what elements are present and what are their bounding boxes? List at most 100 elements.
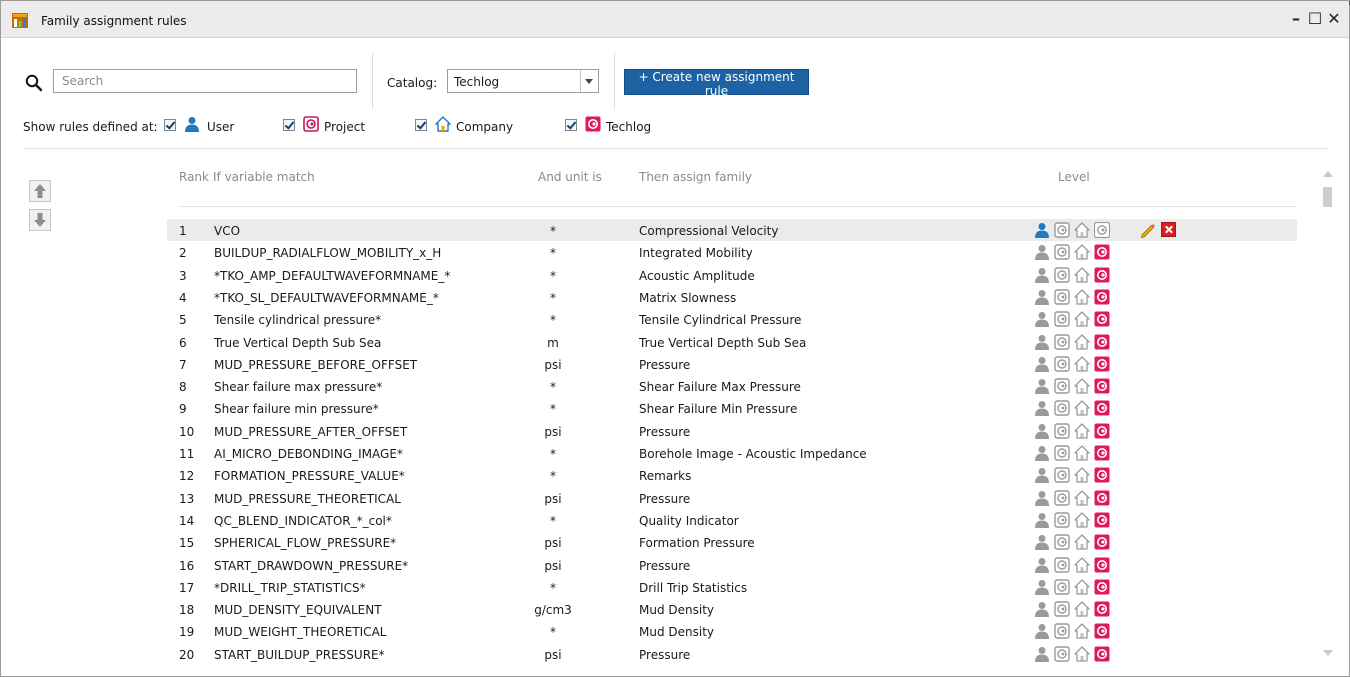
move-down-button[interactable] [29, 209, 51, 231]
user-level-icon [1034, 378, 1050, 395]
rule-row[interactable]: 2 BUILDUP_RADIALFLOW_MOBILITY_x_H * Integra… [167, 241, 1297, 263]
delete-rule-icon[interactable] [1161, 222, 1176, 237]
rule-family: Mud Density [639, 603, 715, 618]
company-checkbox[interactable] [415, 119, 427, 131]
rank-header: Rank [179, 170, 209, 184]
user-level-icon [1034, 423, 1050, 439]
rule-rank: 12 [179, 469, 195, 484]
rule-variable: MUD_WEIGHT_THEORETICAL [214, 625, 387, 640]
company-level-icon [1074, 579, 1090, 595]
scroll-up-icon[interactable] [1323, 171, 1333, 177]
rule-row[interactable]: 14 QC_BLEND_INDICATOR_*_col* * Quality Indi… [167, 509, 1297, 531]
user-level-icon [1034, 311, 1050, 328]
toolbar-divider [372, 53, 373, 109]
rule-row[interactable]: 6 True Vertical Depth Sub Sea m True Vertic… [167, 331, 1297, 353]
rule-row[interactable]: 18 MUD_DENSITY_EQUIVALENT g/cm3 Mud Density [167, 598, 1297, 620]
rule-variable: Shear failure max pressure* [214, 380, 383, 395]
rule-variable: QC_BLEND_INDICATOR_*_col* [214, 513, 392, 528]
dropdown-arrow-icon[interactable] [580, 70, 598, 92]
user-legend-label: User [207, 120, 235, 134]
rule-row[interactable]: 13 MUD_PRESSURE_THEORETICAL psi Pressure [167, 487, 1297, 509]
user-level-icon [1034, 490, 1050, 506]
company-level-icon [1074, 311, 1090, 327]
rule-row[interactable]: 12 FORMATION_PRESSURE_VALUE* * Remarks [167, 464, 1297, 486]
company-level-icon [1074, 289, 1090, 305]
rule-family: Integrated Mobility [639, 246, 753, 261]
company-level-icon [1074, 244, 1090, 260]
user-icon [185, 117, 199, 132]
techlog-level-icon [1094, 445, 1110, 461]
minimize-button[interactable]: – [1287, 9, 1305, 28]
rule-unit: psi [544, 647, 562, 662]
rule-rank: 17 [179, 580, 195, 595]
company-level-icon [1074, 601, 1090, 617]
rule-row[interactable]: 19 MUD_WEIGHT_THEORETICAL * Mud Density [167, 620, 1297, 642]
move-up-button[interactable] [29, 180, 51, 202]
rule-unit: * [550, 402, 556, 417]
rule-family: True Vertical Depth Sub Sea [639, 335, 807, 350]
rule-row[interactable]: 1 VCO * Compressional Velocity [167, 219, 1297, 241]
rule-rank: 5 [179, 313, 187, 328]
rule-family: Compressional Velocity [639, 224, 779, 238]
scroll-down-icon[interactable] [1323, 650, 1333, 656]
rule-rank: 16 [179, 558, 195, 573]
project-level-icon [1054, 579, 1070, 595]
company-legend-label: Company [456, 120, 514, 134]
rule-unit: * [550, 513, 556, 528]
company-level-icon [1074, 222, 1090, 238]
user-checkbox[interactable] [164, 119, 176, 131]
rule-row[interactable]: 7 MUD_PRESSURE_BEFORE_OFFSET psi Pressure [167, 353, 1297, 375]
create-rule-button[interactable]: + Create new assignment rule [624, 69, 809, 98]
rule-row[interactable]: 5 Tensile cylindrical pressure* * Tensile C… [167, 308, 1297, 330]
rule-family: Pressure [639, 491, 691, 506]
rule-family: Acoustic Amplitude [639, 268, 755, 283]
techlog-checkbox[interactable] [565, 119, 577, 131]
company-level-icon [1074, 356, 1090, 372]
techlog-level-icon [1094, 244, 1110, 260]
search-input[interactable] [53, 69, 357, 93]
rule-family: Borehole Image - Acoustic Impedance [639, 447, 867, 461]
project-level-icon [1054, 534, 1070, 550]
rule-rank: 13 [179, 491, 195, 506]
rule-row[interactable]: 20 START_BUILDUP_PRESSURE* psi Pressure [167, 643, 1297, 665]
maximize-button[interactable]: ☐ [1306, 9, 1324, 28]
rule-unit: * [550, 224, 556, 238]
scroll-thumb[interactable] [1323, 187, 1332, 207]
project-level-icon [1054, 512, 1070, 528]
toolbar-divider [614, 53, 615, 109]
rule-row[interactable]: 16 START_DRAWDOWN_PRESSURE* psi Pressure [167, 554, 1297, 576]
user-level-icon [1034, 646, 1050, 662]
vertical-scrollbar[interactable] [1319, 163, 1336, 668]
techlog-level-icon [1094, 334, 1110, 350]
rule-unit: * [550, 469, 556, 484]
rule-rank: 1 [179, 224, 187, 238]
rule-family: Formation Pressure [639, 536, 755, 551]
rule-row[interactable]: 15 SPHERICAL_FLOW_PRESSURE* psi Formation P… [167, 531, 1297, 553]
rule-unit: * [550, 268, 556, 283]
close-button[interactable]: ✕ [1325, 9, 1343, 28]
company-level-icon [1074, 378, 1090, 394]
rule-rank: 4 [179, 290, 187, 305]
rule-row[interactable]: 11 AI_MICRO_DEBONDING_IMAGE* * Borehole Ima… [167, 442, 1297, 464]
rule-row[interactable]: 10 MUD_PRESSURE_AFTER_OFFSET psi Pressure [167, 420, 1297, 442]
rule-variable: True Vertical Depth Sub Sea [214, 335, 382, 350]
company-level-icon [1074, 445, 1090, 461]
rule-row[interactable]: 17 *DRILL_TRIP_STATISTICS* * Drill Trip Sta… [167, 576, 1297, 598]
techlog-level-icon [1094, 534, 1110, 550]
rule-row[interactable]: 8 Shear failure max pressure* * Shear Failu… [167, 375, 1297, 397]
section-divider [23, 148, 1328, 149]
rule-family: Matrix Slowness [639, 290, 737, 305]
rule-rank: 6 [179, 335, 187, 350]
rule-unit: psi [544, 424, 562, 439]
rule-row[interactable]: 3 *TKO_AMP_DEFAULTWAVEFORMNAME_* * Acoustic… [167, 264, 1297, 286]
rule-unit: * [550, 246, 556, 261]
rule-row[interactable]: 9 Shear failure min pressure* * Shear Failu… [167, 397, 1297, 419]
user-level-icon [1034, 579, 1050, 595]
project-checkbox[interactable] [283, 119, 295, 131]
rule-rank: 11 [179, 447, 195, 461]
show-rules-label: Show rules defined at: [23, 120, 158, 134]
catalog-dropdown[interactable]: Techlog [447, 69, 599, 93]
edit-rule-icon[interactable] [1139, 221, 1156, 239]
rule-row[interactable]: 4 *TKO_SL_DEFAULTWAVEFORMNAME_* * Matrix Sl… [167, 286, 1297, 308]
user-level-icon [1034, 244, 1050, 261]
